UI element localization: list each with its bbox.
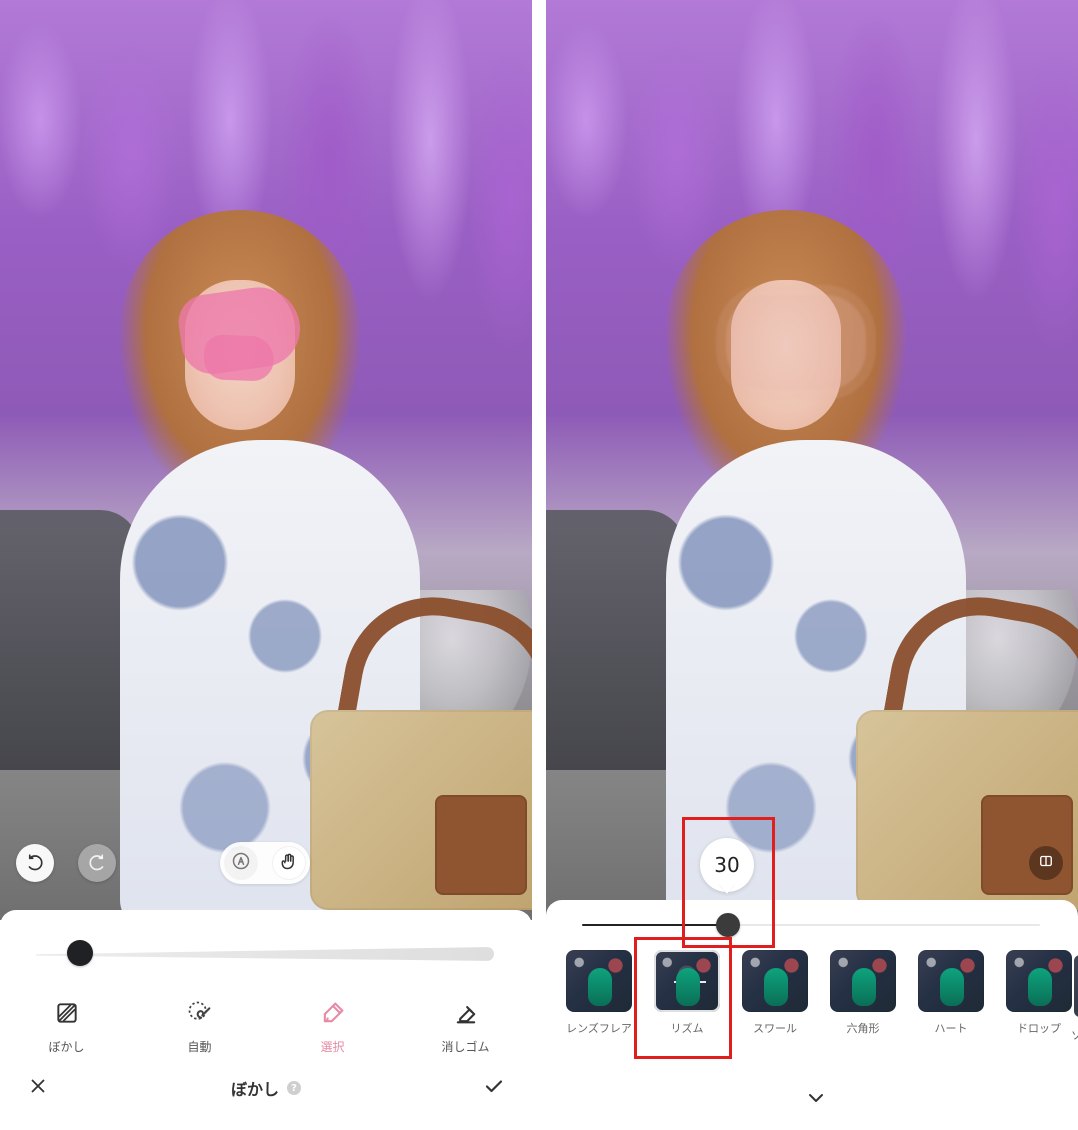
effect-swirl[interactable]: スワール (738, 950, 812, 1036)
screen-title-text: ぼかし (230, 1080, 279, 1099)
effect-thumbnail (742, 950, 808, 1012)
undo-button[interactable] (16, 844, 54, 882)
slider-thumb[interactable] (67, 940, 93, 966)
right-screen: 30 レンズフレア リズム スワール 六角形 ハート ドロップ ソ (546, 0, 1078, 1130)
confirm-button[interactable] (480, 1074, 508, 1102)
effect-heart[interactable]: ハート (914, 950, 988, 1036)
effect-thumbnail (566, 950, 632, 1012)
effect-thumbnail (830, 950, 896, 1012)
mode-manual[interactable] (272, 846, 306, 880)
screen-title: ぼかし ? (231, 1076, 301, 1100)
compare-button[interactable] (1029, 846, 1063, 880)
effect-thumbnail (918, 950, 984, 1012)
effect-label: 六角形 (846, 1022, 880, 1035)
redo-icon (88, 853, 106, 874)
select-brush-icon (316, 996, 350, 1030)
selection-mode-toggle[interactable] (220, 842, 310, 884)
effect-label: ハート (934, 1022, 968, 1035)
chevron-down-icon (804, 1090, 828, 1110)
bag-patch (981, 795, 1073, 895)
check-icon (482, 1074, 506, 1102)
effect-label-partial: ソ (1071, 1029, 1078, 1042)
effect-hexagon[interactable]: 六角形 (826, 950, 900, 1036)
left-screen: ぼかし 自動 選択 消しゴム ぼかし ? (0, 0, 532, 1130)
tool-select[interactable]: 選択 (273, 996, 393, 1055)
auto-brush-icon (183, 996, 217, 1030)
tool-blur[interactable]: ぼかし (7, 996, 127, 1055)
tool-label-blur: ぼかし (48, 1040, 85, 1054)
eraser-icon (449, 996, 483, 1030)
redo-button[interactable] (78, 844, 116, 882)
tool-eraser[interactable]: 消しゴム (406, 996, 526, 1055)
mode-auto[interactable] (224, 846, 258, 880)
hatch-square-icon (50, 996, 84, 1030)
effect-label: スワール (753, 1022, 797, 1035)
bottom-bar-left: ぼかし ? (0, 1060, 532, 1116)
tool-label-eraser: 消しゴム (441, 1040, 490, 1054)
collapse-panel-button[interactable] (802, 1092, 830, 1108)
close-button[interactable] (24, 1074, 52, 1102)
auto-mode-icon (231, 851, 251, 875)
effect-thumbnail (1006, 950, 1072, 1012)
help-icon[interactable]: ? (287, 1081, 301, 1095)
blur-strength-slider[interactable] (36, 940, 494, 966)
compare-icon (1037, 852, 1055, 874)
photo-canvas-left[interactable] (0, 0, 532, 920)
tool-label-select: 選択 (320, 1040, 345, 1054)
blurred-area (726, 295, 866, 390)
effect-thumbnail-partial[interactable] (1074, 955, 1078, 1017)
photo-canvas-right[interactable] (546, 0, 1078, 920)
tool-row: ぼかし 自動 選択 消しゴム (0, 996, 532, 1066)
hand-icon (279, 851, 299, 875)
effect-label: レンズフレア (566, 1022, 632, 1035)
undo-icon (26, 853, 44, 874)
close-icon (27, 1075, 49, 1101)
effect-strength-slider[interactable] (582, 910, 1040, 940)
highlight-slider-value (682, 817, 775, 948)
effect-lens-flare[interactable]: レンズフレア (562, 950, 636, 1036)
highlight-rhythm-effect (634, 937, 732, 1059)
effect-label: ドロップ (1017, 1022, 1061, 1035)
bag-patch (435, 795, 527, 895)
tool-label-auto: 自動 (187, 1040, 212, 1054)
tool-auto[interactable]: 自動 (140, 996, 260, 1055)
effect-drop[interactable]: ドロップ (1002, 950, 1076, 1036)
